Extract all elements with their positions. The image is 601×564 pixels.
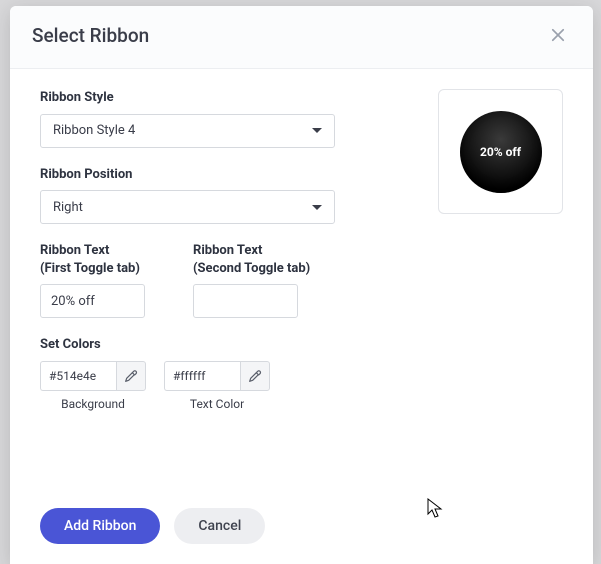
ribbon-position-select[interactable]: Right (40, 190, 335, 224)
ribbon-preview-badge: 20% off (460, 111, 542, 193)
ribbon-style-value: Ribbon Style 4 (53, 123, 135, 138)
background-color-input[interactable] (40, 361, 116, 391)
text-color-picker[interactable] (240, 361, 270, 391)
ribbon-preview: 20% off (438, 89, 563, 214)
background-color-label: Background (61, 397, 125, 411)
close-icon (549, 26, 567, 44)
eyedropper-icon (247, 368, 263, 384)
ribbon-position-label: Ribbon Position (40, 166, 398, 184)
ribbon-style-field: Ribbon Style Ribbon Style 4 (40, 89, 398, 148)
add-ribbon-button[interactable]: Add Ribbon (40, 508, 160, 544)
text-color-input[interactable] (164, 361, 240, 391)
cancel-button[interactable]: Cancel (174, 508, 265, 544)
modal-body: Ribbon Style Ribbon Style 4 Ribbon Posit… (10, 69, 593, 494)
text-color-label: Text Color (190, 397, 244, 411)
ribbon-position-value: Right (53, 200, 83, 215)
ribbon-style-select[interactable]: Ribbon Style 4 (40, 114, 335, 148)
ribbon-style-label: Ribbon Style (40, 89, 398, 107)
chevron-down-icon (312, 205, 322, 210)
select-ribbon-modal: Select Ribbon Ribbon Style Ribbon Style … (10, 6, 593, 564)
modal-footer: Add Ribbon Cancel (10, 494, 593, 564)
ribbon-position-field: Ribbon Position Right (40, 166, 398, 225)
text-color-field: Text Color (164, 361, 270, 411)
background-color-picker[interactable] (116, 361, 146, 391)
set-colors-heading: Set Colors (40, 336, 563, 354)
ribbon-text2-label: Ribbon Text (Second Toggle tab) (193, 242, 310, 277)
background-color-field: Background (40, 361, 146, 411)
eyedropper-icon (123, 368, 139, 384)
ribbon-text1-input[interactable] (40, 284, 145, 318)
ribbon-preview-text: 20% off (480, 145, 521, 159)
modal-title: Select Ribbon (32, 24, 149, 47)
modal-header: Select Ribbon (10, 6, 593, 69)
ribbon-text2-input[interactable] (193, 284, 298, 318)
close-button[interactable] (545, 22, 571, 48)
ribbon-text1-label: Ribbon Text (First Toggle tab) (40, 242, 145, 277)
ribbon-text2-field: Ribbon Text (Second Toggle tab) (193, 242, 310, 318)
chevron-down-icon (312, 128, 322, 133)
ribbon-text1-field: Ribbon Text (First Toggle tab) (40, 242, 145, 318)
set-colors-section: Set Colors Background (40, 336, 563, 411)
